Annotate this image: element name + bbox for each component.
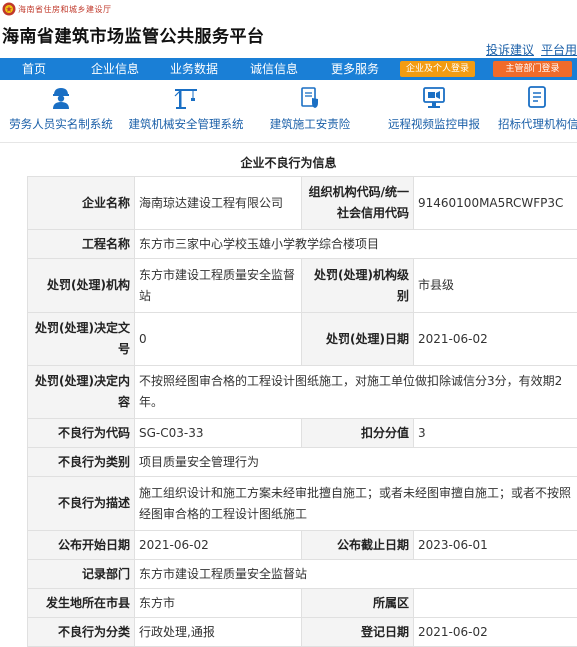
register-date-label: 登记日期	[302, 618, 414, 647]
description-value: 施工组织设计和施工方案未经审批擅自施工；或者未经图审擅自施工；或者不按照经图审合…	[135, 477, 577, 531]
org-code-value: 91460100MA5RCWFP3C	[414, 177, 577, 230]
table-row: 工程名称 东方市三家中心学校玉雄小学教学综合楼项目	[28, 230, 577, 259]
nav-business-data[interactable]: 业务数据	[170, 58, 218, 80]
agency-name: 海南省住房和城乡建设厅	[18, 4, 112, 15]
feature-remote-video[interactable]: 远程视频监控申报	[378, 80, 490, 142]
register-date-value: 2021-06-02	[414, 618, 577, 647]
decision-no-label: 处罚(处理)决定文号	[28, 313, 135, 366]
company-login-button[interactable]: 企业及个人登录	[400, 61, 475, 77]
dept-login-button[interactable]: 主管部门登录	[493, 61, 572, 77]
feature-bid-agency[interactable]: 招标代理机构信	[496, 80, 577, 142]
feature-bar: 劳务人员实名制系统 建筑机械安全管理系统 建筑施工安责险 远程视频监控	[0, 80, 577, 143]
category-label: 不良行为类别	[28, 448, 135, 477]
worker-icon	[48, 84, 74, 110]
feature-label: 建筑机械安全管理系统	[122, 116, 250, 132]
decision-content-value: 不按照经图审合格的工程设计图纸施工，对施工单位做扣除诚信分3分，有效期2年。	[135, 366, 577, 419]
feature-label: 招标代理机构信	[496, 116, 577, 132]
publish-start-value: 2021-06-02	[135, 531, 302, 560]
table-row: 处罚(处理)决定文号 0 处罚(处理)日期 2021-06-02	[28, 313, 577, 366]
city-value: 东方市	[135, 589, 302, 618]
site-title: 海南省建筑市场监管公共服务平台	[2, 22, 265, 47]
nav-credit-info[interactable]: 诚信信息	[250, 58, 298, 80]
category-value: 项目质量安全管理行为	[135, 448, 577, 477]
nav-company-info[interactable]: 企业信息	[91, 58, 139, 80]
table-row: 公布开始日期 2021-06-02 公布截止日期 2023-06-01	[28, 531, 577, 560]
penalty-org-label: 处罚(处理)机构	[28, 259, 135, 313]
deduct-label: 扣分分值	[302, 419, 414, 448]
company-name-label: 企业名称	[28, 177, 135, 230]
behavior-code-label: 不良行为代码	[28, 419, 135, 448]
video-monitor-icon	[421, 84, 447, 110]
decision-content-label: 处罚(处理)决定内容	[28, 366, 135, 419]
company-name-value: 海南琼达建设工程有限公司	[135, 177, 302, 230]
deduct-value: 3	[414, 419, 577, 448]
project-label: 工程名称	[28, 230, 135, 259]
violation-info-table: 企业名称 海南琼达建设工程有限公司 组织机构代码/统一社会信用代码 914601…	[27, 176, 577, 647]
classification-value: 行政处理,通报	[135, 618, 302, 647]
table-row: 不良行为分类 行政处理,通报 登记日期 2021-06-02	[28, 618, 577, 647]
city-label: 发生地所在市县	[28, 589, 135, 618]
table-row: 不良行为描述 施工组织设计和施工方案未经审批擅自施工；或者未经图审擅自施工；或者…	[28, 477, 577, 531]
table-row: 不良行为代码 SG-C03-33 扣分分值 3	[28, 419, 577, 448]
site-header: 海南省住房和城乡建设厅 海南省建筑市场监管公共服务平台 投诉建议 平台用	[0, 0, 577, 58]
nav-home[interactable]: 首页	[22, 58, 46, 80]
complaint-link[interactable]: 投诉建议	[486, 41, 534, 58]
org-code-label: 组织机构代码/统一社会信用代码	[302, 177, 414, 230]
platform-link[interactable]: 平台用	[541, 41, 577, 58]
publish-start-label: 公布开始日期	[28, 531, 135, 560]
district-value	[414, 589, 577, 618]
table-row: 处罚(处理)机构 东方市建设工程质量安全监督站 处罚(处理)机构级别 市县级	[28, 259, 577, 313]
feature-label: 劳务人员实名制系统	[0, 116, 122, 132]
table-row: 不良行为类别 项目质量安全管理行为	[28, 448, 577, 477]
record-dept-label: 记录部门	[28, 560, 135, 589]
penalty-level-label: 处罚(处理)机构级别	[302, 259, 414, 313]
feature-label: 建筑施工安责险	[250, 116, 370, 132]
table-row: 企业名称 海南琼达建设工程有限公司 组织机构代码/统一社会信用代码 914601…	[28, 177, 577, 230]
feature-label: 远程视频监控申报	[378, 116, 490, 132]
record-dept-value: 东方市建设工程质量安全监督站	[135, 560, 577, 589]
penalty-org-value: 东方市建设工程质量安全监督站	[135, 259, 302, 313]
district-label: 所属区	[302, 589, 414, 618]
table-row: 处罚(处理)决定内容 不按照经图审合格的工程设计图纸施工，对施工单位做扣除诚信分…	[28, 366, 577, 419]
project-value: 东方市三家中心学校玉雄小学教学综合楼项目	[135, 230, 577, 259]
feature-construction-insurance[interactable]: 建筑施工安责险	[250, 80, 370, 142]
section-title: 企业不良行为信息	[0, 154, 577, 171]
document-icon	[524, 84, 550, 110]
table-row: 记录部门 东方市建设工程质量安全监督站	[28, 560, 577, 589]
feature-worker-realname[interactable]: 劳务人员实名制系统	[0, 80, 122, 142]
table-row: 发生地所在市县 东方市 所属区	[28, 589, 577, 618]
penalty-date-value: 2021-06-02	[414, 313, 577, 366]
description-label: 不良行为描述	[28, 477, 135, 531]
publish-end-value: 2023-06-01	[414, 531, 577, 560]
penalty-level-value: 市县级	[414, 259, 577, 313]
nav-more-services[interactable]: 更多服务	[331, 58, 379, 80]
national-emblem-icon	[2, 2, 16, 16]
main-nav: 首页 企业信息 业务数据 诚信信息 更多服务 企业及个人登录 主管部门登录	[0, 58, 577, 80]
penalty-date-label: 处罚(处理)日期	[302, 313, 414, 366]
behavior-code-value: SG-C03-33	[135, 419, 302, 448]
insurance-icon	[297, 84, 323, 110]
classification-label: 不良行为分类	[28, 618, 135, 647]
feature-machinery-safety[interactable]: 建筑机械安全管理系统	[122, 80, 250, 142]
crane-icon	[173, 84, 199, 110]
decision-no-value: 0	[135, 313, 302, 366]
publish-end-label: 公布截止日期	[302, 531, 414, 560]
